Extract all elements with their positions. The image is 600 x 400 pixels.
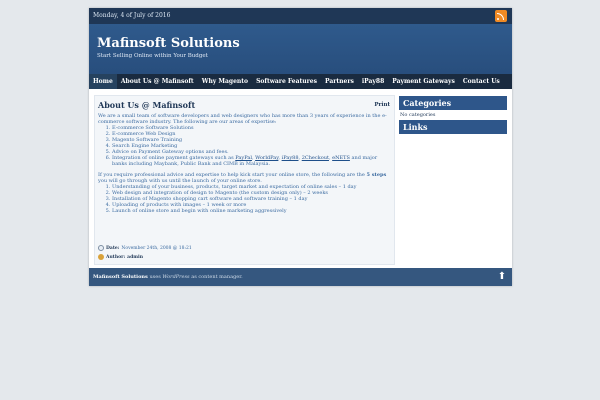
footer-wordpress-link[interactable]: WordPress <box>162 274 189 280</box>
nav-home[interactable]: Home <box>89 74 117 89</box>
links-title: Links <box>399 120 507 134</box>
post-author: Author: admin <box>98 254 143 260</box>
site-footer: Mafinsoft Solutions uses WordPress as co… <box>89 268 512 286</box>
date-value: November 24th, 2008 @ 18:21 <box>121 245 192 251</box>
site-tagline: Start Selling Online within Your Budget <box>97 53 208 59</box>
print-link[interactable]: Print <box>374 102 390 108</box>
author-value[interactable]: admin <box>127 255 143 260</box>
current-date: Monday, 4 of July of 2016 <box>93 12 171 19</box>
author-label: Author: <box>106 254 126 260</box>
nav-why-magento[interactable]: Why Magento <box>198 74 252 89</box>
site-title[interactable]: Mafinsoft Solutions <box>97 36 240 51</box>
link-ipay88[interactable]: iPay88 <box>282 155 299 161</box>
nav-payment-gateways[interactable]: Payment Gateways <box>388 74 459 89</box>
main-nav: Home About Us @ Mafinsoft Why Magento So… <box>89 74 512 89</box>
site-header: Mafinsoft Solutions Start Selling Online… <box>89 24 512 74</box>
footer-site-name[interactable]: Mafinsoft Solutions <box>93 274 148 280</box>
categories-title: Categories <box>399 96 507 110</box>
rss-icon[interactable] <box>495 10 507 22</box>
advice-bold: 5 steps <box>366 172 387 178</box>
top-bar: Monday, 4 of July of 2016 <box>89 8 512 24</box>
intro-paragraph: We are a small team of software develope… <box>98 113 387 125</box>
link-2checkout[interactable]: 2Checkout <box>302 155 329 161</box>
post-title: About Us @ Mafinsoft <box>98 100 196 110</box>
post-date: Date: November 24th, 2008 @ 18:21 <box>98 245 192 251</box>
user-icon <box>98 254 104 260</box>
nav-partners[interactable]: Partners <box>321 74 358 89</box>
nav-about-us[interactable]: About Us @ Mafinsoft <box>117 74 198 89</box>
link-enets[interactable]: eNETS <box>332 155 350 161</box>
footer-uses: uses <box>147 274 163 280</box>
nav-software-features[interactable]: Software Features <box>252 74 321 89</box>
list-item: Launch of online store and begin with on… <box>112 208 392 214</box>
post-content: About Us @ Mafinsoft Print We are a smal… <box>94 95 395 265</box>
footer-as: as content manager. <box>189 274 243 280</box>
page-container: Monday, 4 of July of 2016 Mafinsoft Solu… <box>89 8 512 286</box>
steps-list: Understanding of your business, products… <box>112 184 392 214</box>
nav-ipay88[interactable]: iPay88 <box>358 74 388 89</box>
post-body: We are a small team of software develope… <box>98 113 392 214</box>
nav-contact-us[interactable]: Contact Us <box>459 74 504 89</box>
expertise-list: E-commerce Software Solutions E-commerce… <box>112 125 392 167</box>
sidebar: Categories No categories Links <box>399 96 507 134</box>
arrow-up-icon[interactable]: ⬆ <box>497 272 507 282</box>
list-item-integration: Integration of online payment gateways s… <box>112 155 392 167</box>
categories-empty: No categories <box>400 112 436 118</box>
advice-paragraph: If you require professional advice and e… <box>98 172 392 184</box>
clock-icon <box>98 245 104 251</box>
date-label: Date: <box>106 245 120 251</box>
